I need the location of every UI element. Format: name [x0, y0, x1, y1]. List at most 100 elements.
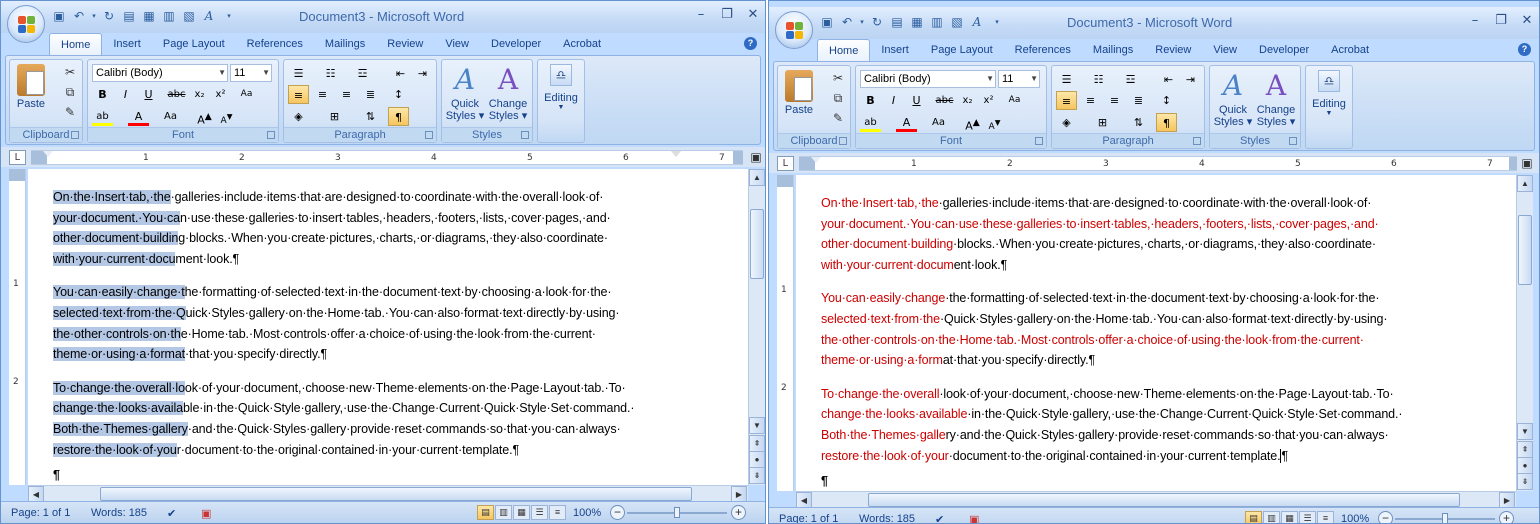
cut-icon[interactable]: ✂ [62, 64, 78, 80]
align-center-button[interactable]: ≡ [1080, 91, 1101, 110]
clear-formatting-button[interactable]: Aa [236, 85, 257, 104]
proofing-icon[interactable]: ✔ [167, 507, 176, 520]
align-left-button[interactable]: ≡ [1056, 91, 1077, 110]
outline-view-icon[interactable]: ☰ [1299, 511, 1316, 523]
full-screen-reading-icon[interactable]: ▥ [495, 505, 512, 520]
multilevel-list-icon[interactable]: ☲ [352, 64, 373, 83]
font-size-combo[interactable]: 11 ▼ [998, 70, 1040, 88]
scroll-thumb[interactable] [868, 493, 1460, 507]
underline-button[interactable]: U [138, 85, 159, 104]
first-line-indent-icon[interactable] [811, 157, 821, 163]
shrink-font-button[interactable]: A▼ [984, 113, 1005, 132]
borders-icon[interactable]: ⊞ [324, 107, 345, 126]
tab-page-layout[interactable]: Page Layout [920, 39, 1004, 61]
superscript-button[interactable]: x² [210, 85, 231, 104]
print-icon[interactable]: ▧ [181, 8, 197, 23]
close-icon[interactable]: ✕ [747, 7, 759, 22]
page-count[interactable]: Page: 1 of 1 [779, 513, 838, 523]
strikethrough-button[interactable]: abc [166, 85, 187, 104]
zoom-out-icon[interactable]: − [610, 505, 625, 520]
office-button[interactable] [7, 5, 45, 43]
save-icon[interactable]: ▣ [819, 14, 835, 29]
print-preview-icon[interactable]: ▥ [161, 8, 177, 23]
first-line-indent-icon[interactable] [43, 151, 53, 157]
tab-acrobat[interactable]: Acrobat [1320, 39, 1380, 61]
change-case-button[interactable]: Aa [928, 113, 949, 132]
dialog-launcher-icon[interactable] [267, 131, 275, 139]
tab-references[interactable]: References [236, 33, 314, 55]
horizontal-ruler[interactable]: 1 2 3 4 5 6 7 [31, 150, 743, 165]
close-icon[interactable]: ✕ [1521, 13, 1533, 28]
highlight-button[interactable]: ab [860, 113, 881, 132]
subscript-button[interactable]: x₂ [957, 91, 978, 110]
style-icon[interactable]: A [969, 14, 985, 29]
align-left-button[interactable]: ≡ [288, 85, 309, 104]
highlight-button[interactable]: ab [92, 107, 113, 126]
table-icon[interactable]: ▦ [141, 8, 157, 23]
scroll-up-icon[interactable]: ▲ [749, 169, 765, 186]
tab-mailings[interactable]: Mailings [1082, 39, 1144, 61]
multilevel-list-icon[interactable]: ☲ [1120, 70, 1141, 89]
horizontal-scrollbar[interactable]: ◀ ▶ [28, 485, 748, 503]
draft-view-icon[interactable]: ≡ [549, 505, 566, 520]
print-layout-view-icon[interactable]: ▤ [477, 505, 494, 520]
format-painter-icon[interactable]: ✎ [62, 104, 78, 120]
customize-toolbar-icon[interactable]: ▾ [989, 14, 1005, 29]
restore-icon[interactable]: ❐ [721, 7, 733, 22]
tab-view[interactable]: View [1202, 39, 1248, 61]
undo-icon[interactable]: ↶ [839, 14, 855, 29]
macro-icon[interactable]: ▣ [969, 513, 979, 523]
redo-icon[interactable]: ↻ [869, 14, 885, 29]
tab-insert[interactable]: Insert [102, 33, 152, 55]
restore-icon[interactable]: ❐ [1495, 13, 1507, 28]
zoom-in-icon[interactable]: + [1499, 511, 1514, 523]
customize-toolbar-icon[interactable]: ▾ [221, 8, 237, 23]
cut-icon[interactable]: ✂ [830, 70, 846, 86]
shading-icon[interactable]: ◈ [288, 107, 309, 126]
increase-indent-icon[interactable]: ⇥ [1180, 70, 1201, 89]
font-color-button[interactable]: A [896, 113, 917, 132]
dialog-launcher-icon[interactable] [425, 131, 433, 139]
scroll-down-icon[interactable]: ▼ [749, 417, 765, 434]
align-right-button[interactable]: ≡ [336, 85, 357, 104]
tab-developer[interactable]: Developer [480, 33, 552, 55]
word-count[interactable]: Words: 185 [91, 507, 147, 519]
right-indent-icon[interactable] [671, 151, 681, 157]
align-center-button[interactable]: ≡ [312, 85, 333, 104]
print-icon[interactable]: ▧ [949, 14, 965, 29]
print-preview-icon[interactable]: ▥ [929, 14, 945, 29]
scroll-thumb[interactable] [750, 209, 764, 279]
vertical-scrollbar[interactable]: ▲ ▼ ⇞ ● ⇟ [1516, 175, 1533, 491]
quick-styles-button[interactable]: A Quick Styles ▾ [1213, 70, 1253, 129]
sort-icon[interactable]: ⇅ [360, 107, 381, 126]
tab-acrobat[interactable]: Acrobat [552, 33, 612, 55]
save-icon[interactable]: ▣ [51, 8, 67, 23]
font-size-combo[interactable]: 11 ▼ [230, 64, 272, 82]
tab-review[interactable]: Review [376, 33, 434, 55]
decrease-indent-icon[interactable]: ⇤ [1158, 70, 1179, 89]
help-icon[interactable]: ? [744, 37, 757, 50]
grow-font-button[interactable]: A▲ [962, 113, 983, 133]
zoom-thumb[interactable] [1442, 513, 1448, 523]
table-icon[interactable]: ▦ [909, 14, 925, 29]
vertical-ruler[interactable]: 1 2 [9, 169, 26, 485]
zoom-level[interactable]: 100% [573, 507, 601, 519]
tab-developer[interactable]: Developer [1248, 39, 1320, 61]
show-hide-button[interactable]: ¶ [1156, 113, 1177, 132]
dialog-launcher-icon[interactable] [1289, 137, 1297, 145]
decrease-indent-icon[interactable]: ⇤ [390, 64, 411, 83]
scroll-down-icon[interactable]: ▼ [1517, 423, 1533, 440]
select-browse-object-icon[interactable]: ● [749, 451, 765, 468]
dialog-launcher-icon[interactable] [839, 137, 847, 145]
web-layout-icon[interactable]: ▦ [1281, 511, 1298, 523]
dialog-launcher-icon[interactable] [1035, 137, 1043, 145]
help-icon[interactable]: ? [1518, 43, 1531, 56]
full-screen-reading-icon[interactable]: ▥ [1263, 511, 1280, 523]
horizontal-scrollbar[interactable]: ◀ ▶ [796, 491, 1516, 509]
dialog-launcher-icon[interactable] [521, 131, 529, 139]
bold-button[interactable]: B [860, 91, 881, 110]
change-styles-button[interactable]: A Change Styles ▾ [1256, 70, 1296, 129]
macro-icon[interactable]: ▣ [201, 507, 211, 520]
document-area[interactable]: On·the·Insert·tab,·the·galleries·include… [796, 175, 1516, 491]
font-color-button[interactable]: A [128, 107, 149, 126]
